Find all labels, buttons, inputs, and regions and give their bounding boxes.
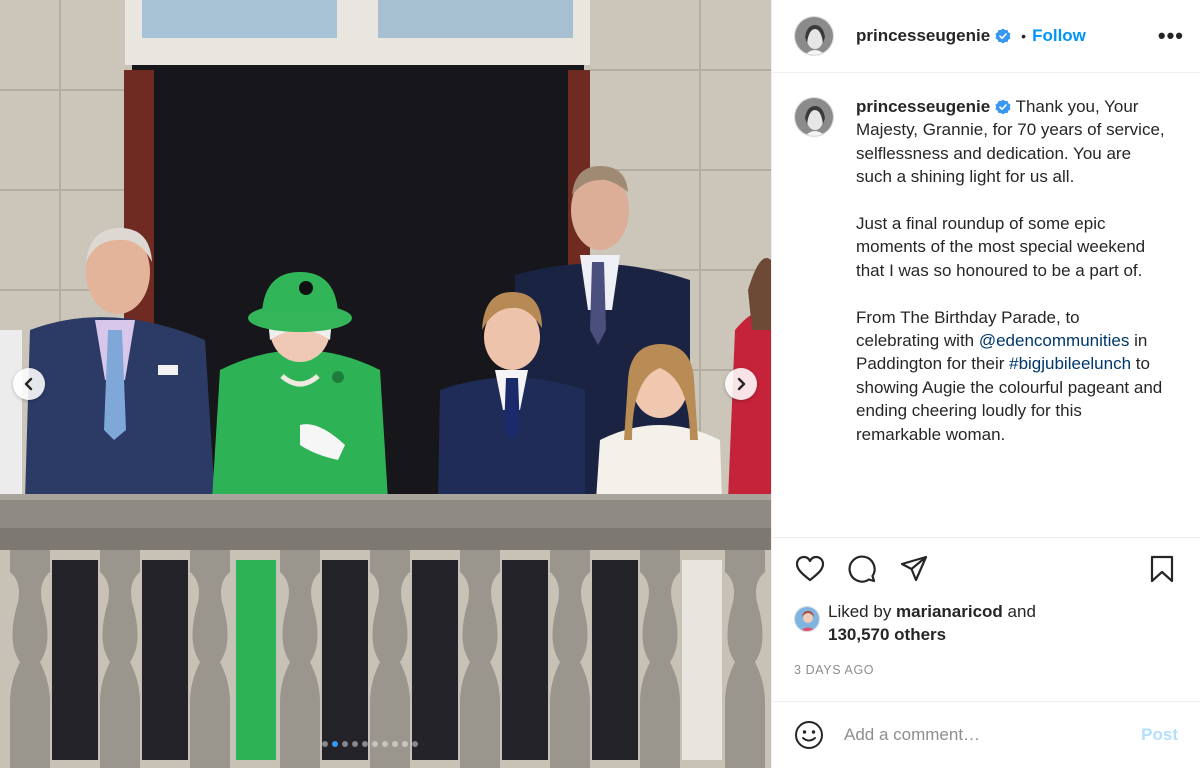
instagram-post: princesseugenie • Follow ••• princesseug…	[0, 0, 1200, 768]
comment-button[interactable]	[846, 553, 878, 585]
mention-link[interactable]: @edencommunities	[979, 331, 1130, 350]
username[interactable]: princesseugenie	[856, 26, 990, 46]
carousel-dot	[382, 741, 388, 747]
likes-summary: Liked by marianaricod and 130,570 others	[772, 600, 1200, 658]
likes-and: and	[1002, 602, 1036, 621]
follow-button[interactable]: Follow	[1032, 26, 1086, 46]
caption-avatar[interactable]	[794, 97, 834, 137]
post-photo[interactable]	[0, 0, 771, 768]
share-button[interactable]	[898, 553, 930, 585]
chevron-left-icon	[24, 377, 33, 391]
comment-bar: Post	[772, 701, 1200, 768]
carousel-prev-button[interactable]	[13, 368, 45, 400]
caption-paragraph-1: princesseugenie Thank you, Your Majesty,…	[856, 95, 1166, 189]
likes-count[interactable]: 130,570 others	[828, 625, 946, 644]
carousel-dot	[362, 741, 368, 747]
carousel-dot	[412, 741, 418, 747]
save-button[interactable]	[1146, 553, 1178, 585]
caption-text: princesseugenie Thank you, Your Majesty,…	[856, 95, 1166, 537]
smiley-icon[interactable]	[794, 720, 824, 750]
like-button[interactable]	[794, 553, 826, 585]
comment-bubble-icon	[848, 555, 876, 583]
balcony-photo	[0, 0, 771, 768]
bookmark-icon	[1150, 555, 1174, 583]
post-header: princesseugenie • Follow •••	[772, 0, 1200, 73]
liker-username[interactable]: marianaricod	[896, 602, 1003, 621]
comment-input[interactable]	[844, 725, 1142, 745]
verified-badge-icon	[995, 28, 1011, 44]
caption-paragraph-2: Just a final roundup of some epic moment…	[856, 214, 1146, 280]
avatar[interactable]	[794, 16, 834, 56]
liker-avatar[interactable]	[794, 606, 820, 632]
separator-dot: •	[1021, 28, 1027, 44]
chevron-right-icon	[737, 377, 746, 391]
carousel-dot	[332, 741, 338, 747]
likes-prefix: Liked by	[828, 602, 897, 621]
hashtag-link[interactable]: #bigjubileelunch	[1009, 354, 1131, 373]
carousel-dot	[352, 741, 358, 747]
post-comment-button[interactable]: Post	[1141, 725, 1178, 745]
carousel-dot	[342, 741, 348, 747]
carousel-dot	[402, 741, 408, 747]
caption-area: princesseugenie Thank you, Your Majesty,…	[772, 73, 1200, 538]
paper-plane-icon	[900, 555, 928, 582]
heart-icon	[795, 555, 825, 582]
carousel-dot	[322, 741, 328, 747]
likes-text: Liked by marianaricod and 130,570 others	[828, 600, 1036, 647]
post-side-panel: princesseugenie • Follow ••• princesseug…	[771, 0, 1200, 768]
carousel-dot	[372, 741, 378, 747]
carousel-next-button[interactable]	[725, 368, 757, 400]
verified-badge-icon	[995, 99, 1011, 115]
more-options-button[interactable]: •••	[1158, 23, 1184, 49]
carousel-dot	[392, 741, 398, 747]
caption-paragraph-3: From The Birthday Parade, to celebrating…	[856, 306, 1166, 446]
action-bar	[772, 538, 1200, 600]
carousel-indicator	[322, 741, 418, 747]
caption-username[interactable]: princesseugenie	[856, 97, 990, 116]
post-timestamp[interactable]: 3 DAYS AGO	[772, 658, 1200, 700]
